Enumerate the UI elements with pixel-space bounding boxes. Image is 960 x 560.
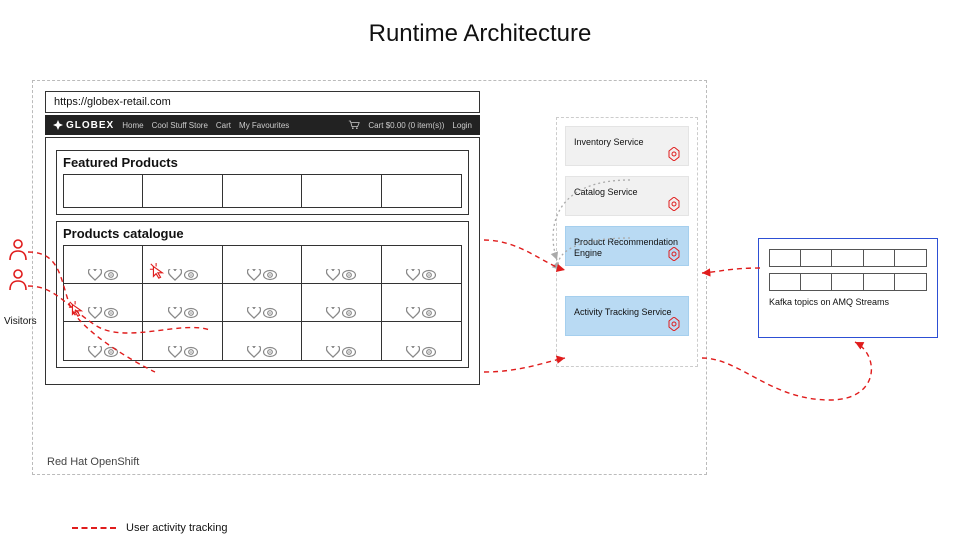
brand-logo: GLOBEX xyxy=(53,120,114,131)
catalogue-grid xyxy=(63,245,462,361)
product-cell xyxy=(143,284,222,322)
browser-address-bar: https://globex-retail.com xyxy=(45,91,480,113)
product-cell xyxy=(302,322,381,360)
product-cell xyxy=(302,246,381,284)
service-activity-tracking: Activity Tracking Service xyxy=(565,296,689,336)
visitors-label: Visitors xyxy=(4,316,37,327)
openshift-pod-icon xyxy=(666,197,682,211)
product-cell xyxy=(64,246,143,284)
user-icon xyxy=(8,268,28,292)
kafka-box: Kafka topics on AMQ Streams xyxy=(758,238,938,338)
service-label: Catalog Service xyxy=(574,187,638,197)
nav-cart-summary: Cart $0.00 (0 item(s)) xyxy=(368,121,444,130)
product-cell xyxy=(302,284,381,322)
service-catalog: Catalog Service xyxy=(565,176,689,216)
service-label: Product Recommendation Engine xyxy=(574,237,678,258)
browser-body: Featured Products Products catalogue xyxy=(45,137,480,385)
legend: User activity tracking xyxy=(72,522,227,534)
diagram-title: Runtime Architecture xyxy=(0,20,960,48)
service-recommendation: Product Recommendation Engine xyxy=(565,226,689,266)
featured-products-row xyxy=(63,174,462,208)
product-cell xyxy=(382,322,461,360)
services-group: Inventory Service Catalog Service Produc… xyxy=(556,117,698,367)
openshift-container: https://globex-retail.com GLOBEX Home Co… xyxy=(32,80,707,475)
product-cell xyxy=(382,284,461,322)
product-cell xyxy=(223,246,302,284)
service-label: Inventory Service xyxy=(574,137,644,147)
openshift-pod-icon xyxy=(666,147,682,161)
nav-cart: Cart xyxy=(216,121,231,130)
brand-text: GLOBEX xyxy=(66,120,114,131)
nav-home: Home xyxy=(122,121,143,130)
site-navbar: GLOBEX Home Cool Stuff Store Cart My Fav… xyxy=(45,115,480,135)
product-cell xyxy=(64,284,143,322)
click-arrow-icon xyxy=(149,263,165,279)
kafka-label: Kafka topics on AMQ Streams xyxy=(769,297,927,307)
featured-section: Featured Products xyxy=(56,150,469,215)
kafka-topic-row xyxy=(769,249,927,267)
product-cell xyxy=(223,322,302,360)
click-arrow-icon xyxy=(68,301,84,317)
catalogue-section: Products catalogue xyxy=(56,221,469,368)
openshift-pod-icon xyxy=(666,247,682,261)
nav-login: Login xyxy=(452,121,472,130)
service-label: Activity Tracking Service xyxy=(574,307,672,317)
product-cell xyxy=(64,322,143,360)
openshift-pod-icon xyxy=(666,317,682,331)
legend-label: User activity tracking xyxy=(126,522,227,534)
visitors-group xyxy=(8,238,28,292)
user-icon xyxy=(8,238,28,262)
legend-dashed-line xyxy=(72,527,116,529)
kafka-topic-row xyxy=(769,273,927,291)
cart-icon xyxy=(348,119,360,131)
eye-icon xyxy=(104,269,118,281)
product-cell xyxy=(223,284,302,322)
nav-favourites: My Favourites xyxy=(239,121,289,130)
nav-cool-stuff: Cool Stuff Store xyxy=(152,121,208,130)
heart-icon xyxy=(88,269,102,281)
product-cell xyxy=(143,322,222,360)
service-inventory: Inventory Service xyxy=(565,126,689,166)
product-cell xyxy=(143,246,222,284)
catalogue-title: Products catalogue xyxy=(63,226,462,241)
featured-title: Featured Products xyxy=(63,155,462,170)
product-cell xyxy=(382,246,461,284)
openshift-label: Red Hat OpenShift xyxy=(47,456,139,468)
